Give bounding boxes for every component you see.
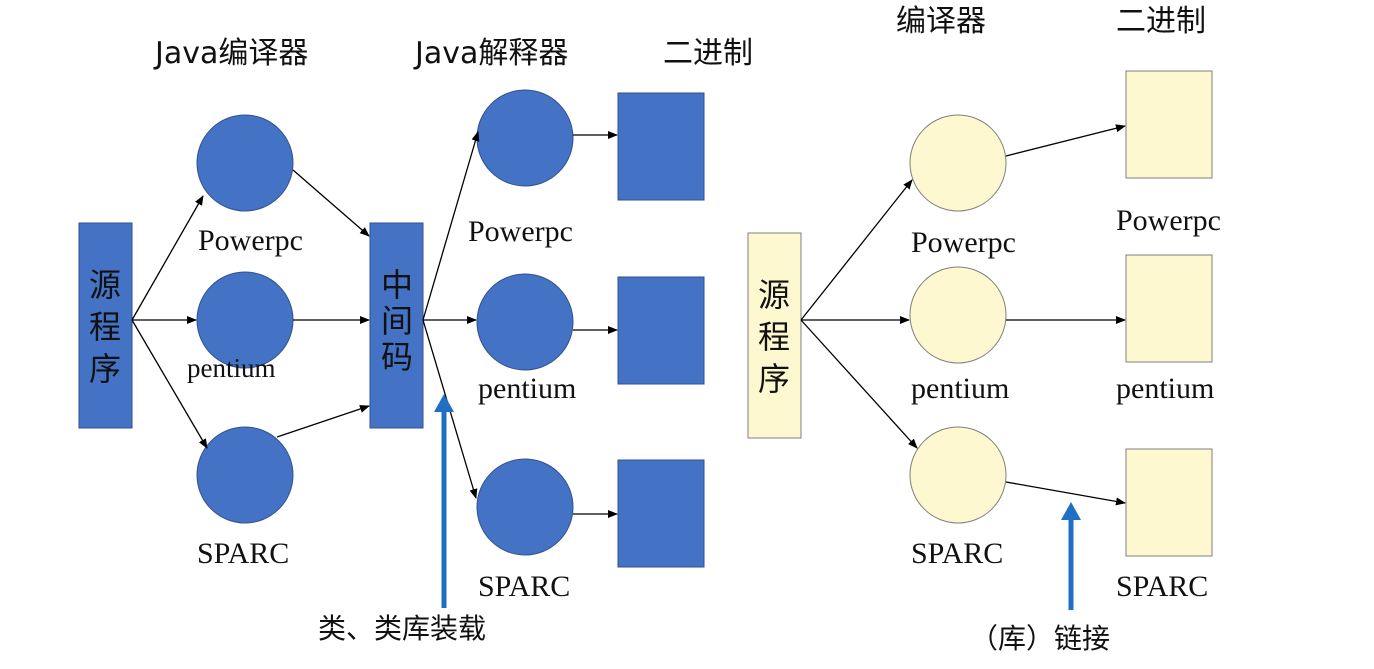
- right-binary-label-pentium: pentium: [1116, 372, 1214, 405]
- left-source-char-2: 程: [89, 308, 121, 346]
- left-interpreter-node-pentium: [476, 273, 574, 371]
- left-compiler-node-powerpc: [196, 114, 294, 212]
- right-binary-square-sparc: [1125, 448, 1213, 557]
- right-binary-label-sparc: SPARC: [1116, 570, 1208, 603]
- left-compiler-node-sparc: [196, 426, 294, 524]
- left-binary-square-sparc: [617, 459, 705, 568]
- left-source-char-1: 源: [89, 266, 121, 304]
- arrow-powerpc-to-intermediate: [292, 169, 370, 237]
- compilation-diagram: Java编译器 Java解释器 二进制 源 程 序 Powerpc pentiu…: [0, 0, 1374, 664]
- right-compiler-label-powerpc: Powerpc: [911, 226, 1016, 259]
- right-note-library-linking: （库）链接: [970, 622, 1110, 655]
- left-compiler-label-pentium: pentium: [187, 353, 276, 383]
- left-header-binary: 二进制: [663, 36, 753, 71]
- right-compiler-label-sparc: SPARC: [911, 537, 1003, 570]
- right-header-binary: 二进制: [1116, 4, 1206, 39]
- arrow-sparc-to-intermediate: [276, 405, 370, 438]
- arrow-source-to-powerpc: [131, 195, 204, 321]
- right-compiler-node-pentium: [909, 266, 1007, 364]
- right-header-compiler: 编译器: [896, 4, 986, 39]
- right-compiler-node-powerpc: [909, 114, 1007, 212]
- right-source-char-3: 序: [758, 360, 790, 398]
- arrow-right-source-to-sparc: [800, 319, 918, 449]
- left-header-java-compiler: Java编译器: [153, 36, 308, 71]
- left-binary-square-powerpc: [617, 92, 705, 201]
- left-compiler-label-sparc: SPARC: [197, 537, 289, 570]
- left-binary-square-pentium: [617, 276, 705, 385]
- left-note-class-loading: 类、类库装载: [318, 612, 486, 645]
- arrow-right-powerpc-to-binary: [1005, 124, 1126, 157]
- left-intermediate-char-2: 间: [381, 302, 413, 340]
- right-blue-pointer-arrow: [1061, 502, 1081, 610]
- diagram-canvas: Java编译器 Java解释器 二进制 源 程 序 Powerpc pentiu…: [78, 4, 1221, 655]
- right-compiler-node-sparc: [909, 426, 1007, 524]
- left-interpreter-label-powerpc: Powerpc: [468, 215, 573, 248]
- left-intermediate-char-1: 中: [381, 266, 413, 304]
- left-header-java-interpreter: Java解释器: [413, 36, 568, 71]
- left-intermediate-char-3: 码: [381, 338, 413, 376]
- arrow-right-source-to-powerpc: [800, 179, 913, 321]
- left-compiler-label-powerpc: Powerpc: [198, 224, 303, 257]
- arrow-source-to-sparc: [131, 319, 208, 449]
- arrow-right-sparc-to-binary: [1005, 481, 1126, 506]
- left-blue-pointer-arrow: [434, 394, 454, 608]
- right-binary-square-pentium: [1125, 254, 1213, 363]
- right-source-char-1: 源: [758, 276, 790, 314]
- right-source-char-2: 程: [758, 318, 790, 356]
- left-interpreter-node-sparc: [476, 458, 574, 556]
- right-binary-square-powerpc: [1125, 70, 1213, 179]
- left-source-char-3: 序: [89, 350, 121, 388]
- right-binary-label-powerpc: Powerpc: [1116, 204, 1221, 237]
- right-compiler-label-pentium: pentium: [911, 372, 1009, 405]
- left-interpreter-label-pentium: pentium: [478, 372, 576, 405]
- left-interpreter-node-powerpc: [476, 89, 574, 187]
- left-interpreter-label-sparc: SPARC: [478, 570, 570, 603]
